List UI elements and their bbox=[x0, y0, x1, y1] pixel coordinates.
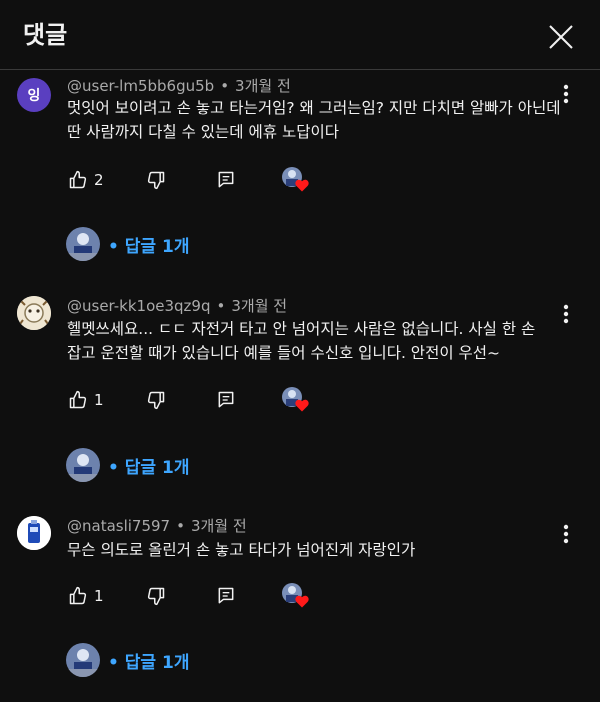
more-vertical-icon bbox=[563, 524, 569, 544]
avatar[interactable] bbox=[17, 516, 51, 550]
creator-heart bbox=[282, 387, 309, 413]
reply-icon bbox=[218, 171, 234, 188]
comment-text: 멋잇어 보이려고 손 놓고 타는거임? 왜 그러는임? 지만 다치면 알빠가 아… bbox=[67, 99, 561, 141]
reply-avatar bbox=[66, 448, 100, 482]
view-replies-button[interactable]: • 답글 1개 bbox=[66, 226, 189, 262]
like-count: 1 bbox=[94, 587, 104, 605]
creator-heart bbox=[282, 167, 309, 193]
avatar[interactable] bbox=[17, 296, 51, 330]
comment-text: 헬멧쓰세요... ㄷㄷ 자전거 타고 안 넘어지는 사람은 없습니다. 사실 한… bbox=[67, 320, 536, 362]
comment-actions: 2 bbox=[0, 166, 600, 194]
thumb-up-icon bbox=[69, 170, 87, 189]
dislike-button[interactable] bbox=[146, 166, 166, 194]
replies-label: • 답글 1개 bbox=[108, 652, 190, 673]
comment-time: 3개월 전 bbox=[231, 297, 288, 315]
page-title: 댓글 bbox=[23, 21, 68, 49]
view-replies-button[interactable]: • 답글 1개 bbox=[66, 447, 189, 483]
replies-label: • 답글 1개 bbox=[108, 236, 190, 257]
comment-author[interactable]: @user-lm5bb6gu5b bbox=[67, 77, 214, 95]
replies-label: • 답글 1개 bbox=[108, 457, 190, 478]
like-count: 2 bbox=[94, 171, 104, 189]
comment-meta: @user-kk1oe3qz9q • 3개월 전 bbox=[67, 296, 287, 316]
close-button[interactable] bbox=[540, 16, 582, 58]
avatar-letter: 잉 bbox=[27, 88, 41, 104]
comment-text: 무슨 의도로 올린거 손 놓고 타다가 넘어진게 자랑인가 bbox=[67, 541, 416, 559]
close-icon bbox=[549, 25, 573, 49]
comment-meta: @natasli7597 • 3개월 전 bbox=[67, 516, 247, 536]
comment-time: 3개월 전 bbox=[190, 517, 247, 535]
thumb-down-icon bbox=[147, 587, 165, 606]
like-button[interactable]: 1 bbox=[68, 386, 104, 414]
comment-meta: @user-lm5bb6gu5b • 3개월 전 bbox=[67, 76, 291, 96]
reply-button[interactable] bbox=[216, 582, 236, 610]
reply-icon bbox=[218, 587, 234, 604]
reply-avatar bbox=[66, 227, 100, 261]
comment-actions: 1 bbox=[0, 386, 600, 414]
view-replies-button[interactable]: • 답글 1개 bbox=[66, 642, 189, 678]
comment-author[interactable]: @natasli7597 bbox=[67, 517, 170, 535]
thumb-up-icon bbox=[69, 390, 87, 409]
comment-time: 3개월 전 bbox=[235, 77, 291, 95]
like-button[interactable]: 2 bbox=[68, 166, 104, 194]
like-count: 1 bbox=[94, 391, 104, 409]
more-vertical-icon bbox=[563, 84, 569, 104]
comments-header: 댓글 bbox=[0, 0, 600, 70]
comment-author[interactable]: @user-kk1oe3qz9q bbox=[67, 297, 211, 315]
creator-heart-icon bbox=[295, 399, 309, 412]
meta-separator: • bbox=[216, 297, 226, 315]
dislike-button[interactable] bbox=[146, 386, 166, 414]
thumb-down-icon bbox=[147, 391, 165, 410]
creator-heart-icon bbox=[295, 595, 309, 608]
meta-separator: • bbox=[176, 517, 185, 535]
thumb-down-icon bbox=[147, 171, 165, 190]
reply-avatar bbox=[66, 643, 100, 677]
dislike-button[interactable] bbox=[146, 582, 166, 610]
avatar[interactable]: 잉 bbox=[17, 78, 51, 112]
thumb-up-icon bbox=[69, 586, 87, 605]
reply-button[interactable] bbox=[216, 166, 236, 194]
reply-icon bbox=[218, 391, 234, 408]
creator-heart bbox=[282, 583, 309, 609]
creator-heart-icon bbox=[295, 179, 309, 192]
more-vertical-icon bbox=[563, 304, 569, 324]
comment-actions: 1 bbox=[0, 582, 600, 610]
like-button[interactable]: 1 bbox=[68, 582, 104, 610]
meta-separator: • bbox=[220, 77, 230, 95]
reply-button[interactable] bbox=[216, 386, 236, 414]
